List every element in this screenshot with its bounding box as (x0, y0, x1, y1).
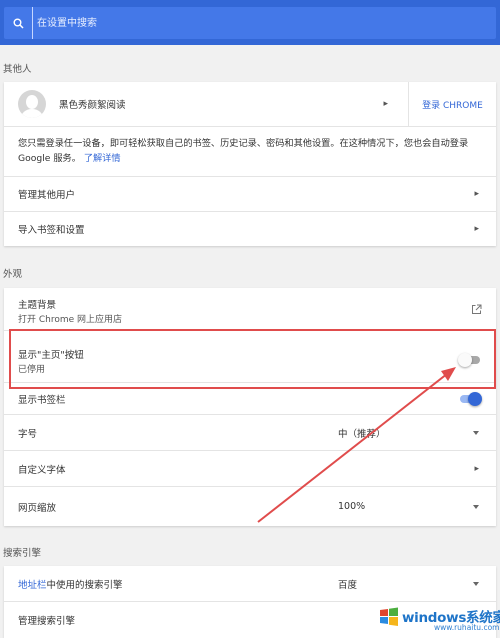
windows-logo-icon (380, 607, 398, 626)
watermark-url: www.ruhaitu.com (434, 623, 500, 632)
watermark-logo: windows系统家园 www.ruhaitu.com (376, 604, 500, 636)
annotation-arrow (257, 367, 456, 523)
